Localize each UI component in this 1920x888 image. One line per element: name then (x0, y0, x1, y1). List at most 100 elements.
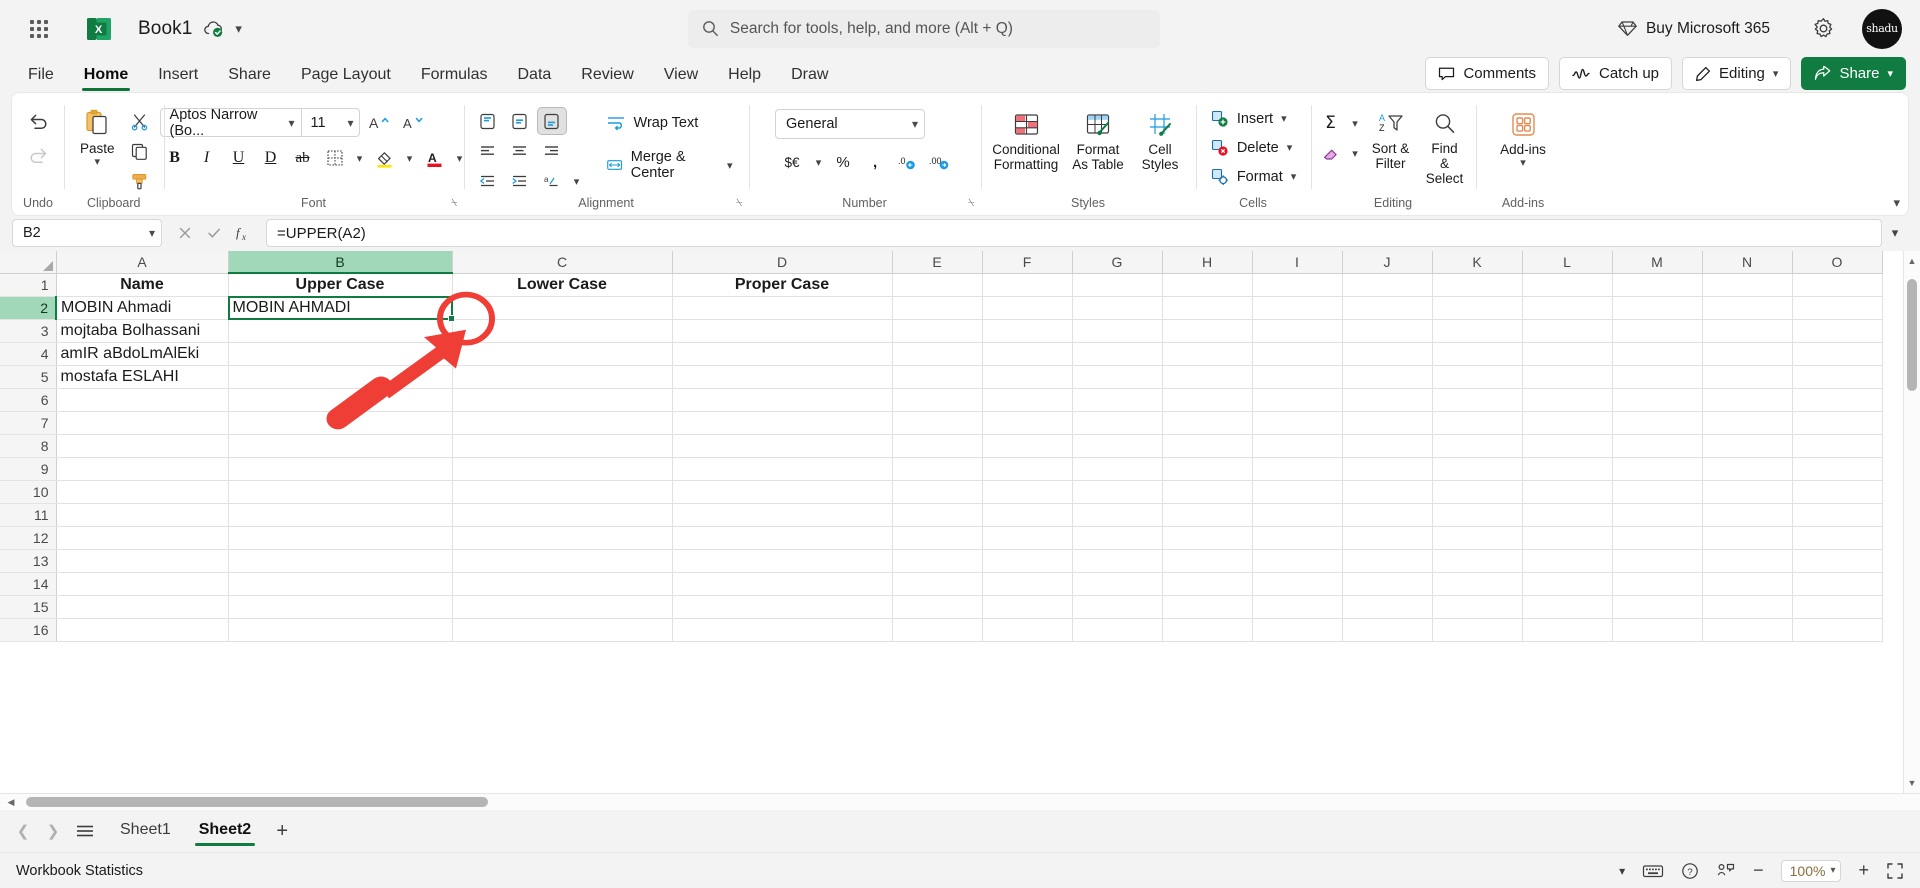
cell-k5[interactable] (1432, 365, 1523, 389)
cell-f6[interactable] (982, 388, 1073, 412)
cell-i7[interactable] (1252, 411, 1343, 435)
sort-filter-button[interactable]: A Z Sort & Filter (1365, 105, 1417, 176)
cell-f14[interactable] (982, 572, 1073, 596)
cell-l14[interactable] (1522, 572, 1613, 596)
cell-d6[interactable] (672, 388, 893, 412)
cell-h5[interactable] (1162, 365, 1253, 389)
number-dialog-launcher[interactable]: ⍀ (968, 197, 975, 210)
cell-l4[interactable] (1522, 342, 1613, 366)
text-orientation-button[interactable]: a (537, 167, 567, 195)
font-dialog-launcher[interactable]: ⍀ (451, 197, 458, 210)
cell-b10[interactable] (228, 480, 453, 504)
cell-f3[interactable] (982, 319, 1073, 343)
tab-home[interactable]: Home (70, 62, 142, 93)
row-header-9[interactable]: 9 (0, 457, 57, 481)
cell-m13[interactable] (1612, 549, 1703, 573)
cell-k1[interactable] (1432, 273, 1523, 297)
cell-i11[interactable] (1252, 503, 1343, 527)
cell-f15[interactable] (982, 595, 1073, 619)
cell-n9[interactable] (1702, 457, 1793, 481)
percent-format-button[interactable]: % (828, 148, 858, 176)
cell-g7[interactable] (1072, 411, 1163, 435)
cell-h1[interactable] (1162, 273, 1253, 297)
tab-view[interactable]: View (650, 62, 712, 93)
tab-page-layout[interactable]: Page Layout (287, 62, 405, 93)
cell-n2[interactable] (1702, 296, 1793, 320)
cell-b15[interactable] (228, 595, 453, 619)
column-header-f[interactable]: F (982, 251, 1073, 274)
cell-h15[interactable] (1162, 595, 1253, 619)
expand-formula-bar-chevron-down-icon[interactable]: ▾ (1882, 220, 1908, 246)
cell-a3[interactable]: mojtaba Bolhassani (56, 319, 229, 343)
alignment-dialog-launcher[interactable]: ⍀ (736, 197, 743, 210)
cell-b12[interactable] (228, 526, 453, 550)
row-header-15[interactable]: 15 (0, 595, 57, 619)
addins-button[interactable]: Add-ins ▾ (1490, 105, 1556, 172)
decrease-indent-button[interactable] (473, 167, 503, 195)
cell-k13[interactable] (1432, 549, 1523, 573)
cell-n5[interactable] (1702, 365, 1793, 389)
cell-h7[interactable] (1162, 411, 1253, 435)
tab-help[interactable]: Help (714, 62, 775, 93)
cell-c15[interactable] (452, 595, 673, 619)
fill-color-chevron-down-icon[interactable]: ▾ (402, 144, 418, 172)
cell-e6[interactable] (892, 388, 983, 412)
cell-a15[interactable] (56, 595, 229, 619)
scroll-left-icon[interactable]: ◀ (2, 794, 20, 810)
cell-e3[interactable] (892, 319, 983, 343)
cell-c5[interactable] (452, 365, 673, 389)
cell-n10[interactable] (1702, 480, 1793, 504)
cell-m11[interactable] (1612, 503, 1703, 527)
row-header-4[interactable]: 4 (0, 342, 57, 366)
cell-c3[interactable] (452, 319, 673, 343)
cell-k7[interactable] (1432, 411, 1523, 435)
decrease-font-size-button[interactable]: A (398, 109, 428, 137)
cell-j1[interactable] (1342, 273, 1433, 297)
cell-n16[interactable] (1702, 618, 1793, 642)
increase-indent-button[interactable] (505, 167, 535, 195)
cell-k2[interactable] (1432, 296, 1523, 320)
cell-o1[interactable] (1792, 273, 1883, 297)
cell-e11[interactable] (892, 503, 983, 527)
cell-i10[interactable] (1252, 480, 1343, 504)
cell-g13[interactable] (1072, 549, 1163, 573)
cell-a8[interactable] (56, 434, 229, 458)
cell-f8[interactable] (982, 434, 1073, 458)
column-header-k[interactable]: K (1432, 251, 1523, 274)
font-name-selector[interactable]: Aptos Narrow (Bo... ▾ (159, 107, 302, 139)
conditional-formatting-button[interactable]: Conditional Formatting (989, 105, 1063, 177)
cell-f12[interactable] (982, 526, 1073, 550)
cell-k12[interactable] (1432, 526, 1523, 550)
cell-h9[interactable] (1162, 457, 1253, 481)
cell-g10[interactable] (1072, 480, 1163, 504)
cell-o13[interactable] (1792, 549, 1883, 573)
cell-i3[interactable] (1252, 319, 1343, 343)
cell-b5[interactable] (228, 365, 453, 389)
cell-l2[interactable] (1522, 296, 1613, 320)
cell-d5[interactable] (672, 365, 893, 389)
cell-d11[interactable] (672, 503, 893, 527)
cell-b6[interactable] (228, 388, 453, 412)
cell-b7[interactable] (228, 411, 453, 435)
search-input[interactable]: Search for tools, help, and more (Alt + … (687, 9, 1160, 48)
cell-d12[interactable] (672, 526, 893, 550)
workbook-statistics-button[interactable]: Workbook Statistics (16, 863, 143, 879)
cell-c2[interactable] (452, 296, 673, 320)
cell-l13[interactable] (1522, 549, 1613, 573)
cell-k8[interactable] (1432, 434, 1523, 458)
cell-o11[interactable] (1792, 503, 1883, 527)
cancel-edit-icon[interactable] (172, 220, 198, 246)
cell-m1[interactable] (1612, 273, 1703, 297)
cell-a16[interactable] (56, 618, 229, 642)
buy-microsoft-365-button[interactable]: Buy Microsoft 365 (1606, 13, 1782, 45)
cell-m12[interactable] (1612, 526, 1703, 550)
cell-b16[interactable] (228, 618, 453, 642)
cell-i9[interactable] (1252, 457, 1343, 481)
undo-button[interactable] (21, 105, 55, 137)
tab-formulas[interactable]: Formulas (407, 62, 502, 93)
cell-a12[interactable] (56, 526, 229, 550)
column-header-l[interactable]: L (1522, 251, 1613, 274)
autosave-cloud-icon[interactable] (203, 20, 225, 38)
tab-review[interactable]: Review (567, 62, 647, 93)
cell-a14[interactable] (56, 572, 229, 596)
